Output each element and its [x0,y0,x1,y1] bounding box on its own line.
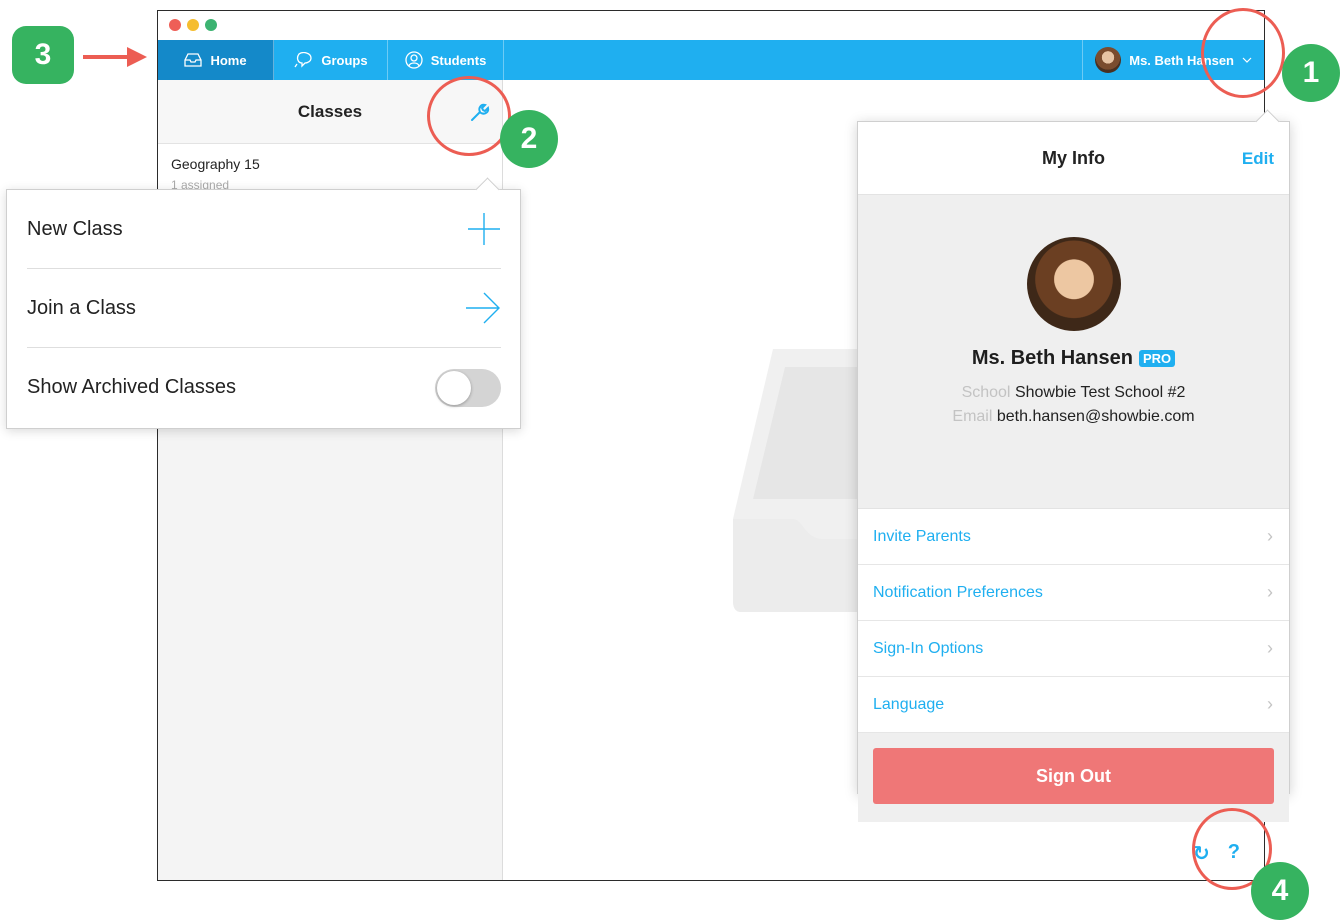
highlight-ring-wrench [427,76,511,156]
notification-preferences-label: Notification Preferences [873,583,1043,601]
school-label: School [961,384,1011,401]
language-label: Language [873,695,945,713]
zoom-window-button[interactable] [205,19,217,31]
edit-button[interactable]: Edit [1242,149,1274,169]
title-bar [158,11,1264,40]
tab-students[interactable]: Students [388,40,504,80]
marker-1: 1 [1282,44,1340,102]
plus-icon [468,213,500,245]
chevron-right-icon: › [1267,526,1273,546]
profile-card: Ms. Beth Hansen PRO School Showbie Test … [858,195,1289,509]
email-detail: Email beth.hansen@showbie.com [858,408,1289,426]
tab-home-label: Home [210,52,247,68]
notification-preferences-item[interactable]: Notification Preferences › [858,565,1289,621]
class-options-popover: New Class Join a Class Show Archived Cla… [6,189,521,429]
language-item[interactable]: Language › [858,677,1289,733]
my-info-popover: My Info Edit Ms. Beth Hansen PRO School … [857,121,1290,822]
inbox-icon [184,53,203,67]
arrow-right-icon [466,292,500,324]
my-info-title: My Info [1042,147,1105,168]
sign-in-options-label: Sign-In Options [873,639,984,657]
sidebar-title: Classes [297,101,363,121]
pro-badge: PRO [1138,350,1176,367]
email-value: beth.hansen@showbie.com [996,408,1195,425]
stage: Home Groups Students Ms. Beth Hansen Cla… [0,0,1343,924]
show-archived-toggle[interactable] [435,368,501,407]
join-class-label: Join a Class [27,296,136,319]
invite-parents-item[interactable]: Invite Parents › [858,509,1289,565]
minimize-window-button[interactable] [187,19,199,31]
school-detail: School Showbie Test School #2 [858,384,1289,402]
email-label: Email [952,408,993,425]
top-nav: Home Groups Students Ms. Beth Hansen [158,40,1264,80]
close-window-button[interactable] [169,19,181,31]
marker-3: 3 [12,26,74,84]
profile-avatar [1026,237,1121,331]
new-class-button[interactable]: New Class [27,190,501,269]
chat-bubbles-icon [294,52,313,68]
sign-out-button[interactable]: Sign Out [873,748,1274,804]
student-icon [405,51,423,69]
highlight-ring-user-menu [1201,8,1285,98]
tab-groups-label: Groups [321,52,368,68]
empty-tray-illustration [733,349,873,612]
class-name: Geography 15 [171,156,260,172]
new-class-label: New Class [27,217,123,240]
tab-students-label: Students [430,52,487,68]
chevron-right-icon: › [1267,694,1273,714]
marker-2: 2 [500,110,558,168]
arrow-right-icon [83,47,147,67]
avatar [1095,47,1122,73]
tab-groups[interactable]: Groups [274,40,388,80]
show-archived-row: Show Archived Classes [27,348,501,427]
school-value: Showbie Test School #2 [1014,384,1186,401]
chevron-right-icon: › [1267,638,1273,658]
marker-4: 4 [1251,862,1309,920]
my-info-header: My Info Edit [858,122,1289,195]
join-class-button[interactable]: Join a Class [27,269,501,348]
profile-name: Ms. Beth Hansen PRO [858,347,1289,370]
show-archived-label: Show Archived Classes [27,376,236,398]
chevron-right-icon: › [1267,582,1273,602]
sign-in-options-item[interactable]: Sign-In Options › [858,621,1289,677]
invite-parents-label: Invite Parents [873,527,971,545]
tab-home[interactable]: Home [158,40,274,80]
profile-name-text: Ms. Beth Hansen [971,347,1133,369]
